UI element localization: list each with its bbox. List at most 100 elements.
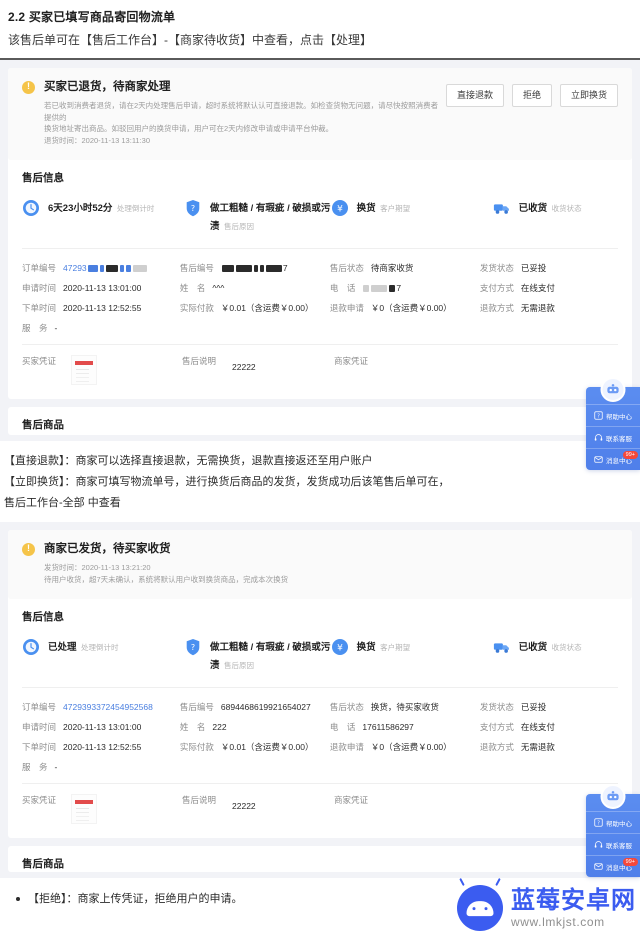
field-label: 商家凭证 [334,795,369,805]
field-label: 电 话 [329,722,356,732]
proof-row: 买家凭证 售后说明 22222 商家凭证 [8,784,632,838]
service-value: - [54,762,58,772]
helper-item-contact-service[interactable]: 联系客服 [586,833,640,855]
name-value: ^^^ [212,283,225,293]
order-detail-grid: 订单编号 47293 售后编号 7 售后状态 待商家收货 发货状态 已妥投 申请… [8,249,632,344]
explanation-block: 【直接退款】：商家可以选择直接退款，无需换货，退款直接返还至用户账户 【立即换货… [0,441,640,522]
order-no-value[interactable]: 4729393372454952568 [63,701,153,713]
watermark-site-name: 蓝莓安卓网 [511,886,636,914]
status-item-reason: ? 做工粗糙 / 有瑕疵 / 破损或污渍 售后原因 [184,637,331,673]
status-sub-text: 客户期望 [380,204,411,213]
detail-row: 订单编号 47293 售后编号 7 售后状态 待商家收货 发货状态 已妥投 [22,258,618,278]
truck-icon [493,199,511,217]
field-label: 售后编号 [179,263,214,273]
money-icon: ¥ [331,199,349,217]
aftersale-status-value: 换货，待买家收货 [370,702,439,712]
section-title-aftersale-goods: 售后商品 [22,419,64,431]
field-label: 下单时间 [22,303,57,313]
section-title-aftersale-info: 售后信息 [22,172,64,184]
alert-action-buttons: 直接退款 拒绝 立即换货 [445,80,618,107]
explain-line-1: 【直接退款】：商家可以选择直接退款，无需换货，退款直接返还至用户账户 [4,455,373,467]
aftersale-goods-card-2: 售后商品 [8,846,632,872]
field-label: 退款方式 [479,303,514,313]
status-item-expectation: ¥ 换货 客户期望 [331,198,493,234]
buyer-proof-thumbnail[interactable] [71,355,98,385]
field-name: 姓 名 222 [180,721,330,733]
field-label: 姓 名 [179,722,206,732]
buyer-proof-thumbnail[interactable] [71,794,98,824]
status-item-countdown: 6天23小时52分 处理倒计时 [22,198,184,234]
reject-button[interactable]: 拒绝 [511,84,552,107]
field-service: 服 务 - [22,761,182,773]
field-buyer-proof: 买家凭证 [22,355,182,385]
aftersale-note-value: 22222 [232,801,256,811]
helper-item-message-center[interactable]: 消息中心 99+ [586,855,640,877]
apply-time-value: 2020-11-13 13:01:00 [63,283,142,293]
detail-row: 订单编号 4729393372454952568 售后编号 6894468619… [22,697,618,717]
field-label: 退款方式 [479,742,514,752]
alert-merchant-shipped: 商家已发货，待买家收货 发货时间：2020-11-13 13:21:20 待用户… [8,530,632,599]
service-avatar-icon[interactable] [600,377,626,402]
status-main-text: 已收货 [518,642,548,653]
helper-item-help-center[interactable]: ? 帮助中心 [586,811,640,833]
direct-refund-button[interactable]: 直接退款 [445,84,504,107]
aftersale-note-value: 22222 [232,362,256,372]
paid-value: ￥0.01（含运费￥0.00） [220,303,314,313]
alert-description: 若已收到消费者退货，请在2天内处理售后申请，超时系统将默认认可直接退款。如检查货… [44,100,444,146]
message-badge: 99+ [622,858,638,866]
floating-help-widget-2: ? 帮助中心 联系客服 消息中心 99+ [586,784,640,877]
field-label: 实际付款 [179,742,214,752]
aftersale-no-value: 7 [221,262,288,274]
field-label: 售后状态 [329,702,364,712]
watermark-site-url: www.lmkjst.com [511,914,605,929]
status-strip: 6天23小时52分 处理倒计时 ? 做工粗糙 / 有瑕疵 / 破损或污渍 售后原… [8,186,632,248]
status-sub-text: 处理倒计时 [116,204,155,213]
status-item-countdown: 已处理 处理倒计时 [22,637,184,673]
refund-apply-value: ￥0（含运费￥0.00） [370,303,452,313]
status-main-text: 换货 [356,203,376,214]
field-refund-method: 退款方式 无需退款 [480,302,618,314]
field-aftersale-note: 售后说明 22222 [182,794,334,812]
status-item-receipt: 已收货 收货状态 [493,637,618,673]
helper-item-message-center[interactable]: 消息中心 99+ [586,448,640,470]
warning-icon [22,542,35,556]
status-main-text: 已收货 [518,203,548,214]
ship-status-value: 已妥投 [520,263,547,273]
field-label: 订单编号 [22,263,57,273]
exchange-now-button[interactable]: 立即换货 [559,84,618,107]
app-screenshot-area-2: 商家已发货，待买家收货 发货时间：2020-11-13 13:21:20 待用户… [0,522,640,878]
field-aftersale-note: 售后说明 22222 [182,355,334,373]
detail-row: 申请时间 2020-11-13 13:01:00 姓 名 ^^^ 电 话 7 支… [22,278,618,298]
android-robot-logo-icon [457,877,503,931]
field-label: 售后说明 [182,795,217,805]
field-buyer-proof: 买家凭证 [22,794,182,824]
helper-item-contact-service[interactable]: 联系客服 [586,426,640,448]
field-merchant-proof: 商家凭证 [334,355,534,367]
field-label: 售后状态 [329,263,364,273]
refund-method-value: 无需退款 [520,303,555,313]
field-label: 下单时间 [22,742,57,752]
pay-method-value: 在线支付 [520,283,555,293]
detail-row: 服 务 - [22,757,618,777]
status-sub-text: 收货状态 [551,204,582,213]
service-value: - [54,323,58,333]
status-item-receipt: 已收货 收货状态 [493,198,618,234]
status-sub-text: 客户期望 [380,643,411,652]
status-strip: 已处理 处理倒计时 ? 做工粗糙 / 有瑕疵 / 破损或污渍 售后原因 ¥ 换货 [8,625,632,687]
field-merchant-proof: 商家凭证 [334,794,534,806]
order-detail-grid: 订单编号 4729393372454952568 售后编号 6894468619… [8,688,632,783]
field-aftersale-status: 售后状态 换货，待买家收货 [330,701,480,713]
order-no-value[interactable]: 47293 [63,262,148,274]
service-avatar-icon[interactable] [600,784,626,809]
field-label: 实际付款 [179,303,214,313]
aftersale-card-1: 买家已退货，待商家处理 若已收到消费者退货，请在2天内处理售后申请，超时系统将默… [8,68,632,399]
shield-question-icon: ? [184,199,202,217]
message-icon [594,455,603,464]
field-label: 退款申请 [329,742,364,752]
field-label: 买家凭证 [22,356,57,366]
status-main-text: 6天23小时52分 [48,203,113,214]
explain-line-2: 【立即换货】：商家可填写物流单号，进行换货后商品的发货，发货成功后该笔售后单可在… [4,476,450,488]
field-pay-method: 支付方式 在线支付 [480,282,618,294]
helper-item-help-center[interactable]: ? 帮助中心 [586,404,640,426]
paid-value: ￥0.01（含运费￥0.00） [220,742,314,752]
